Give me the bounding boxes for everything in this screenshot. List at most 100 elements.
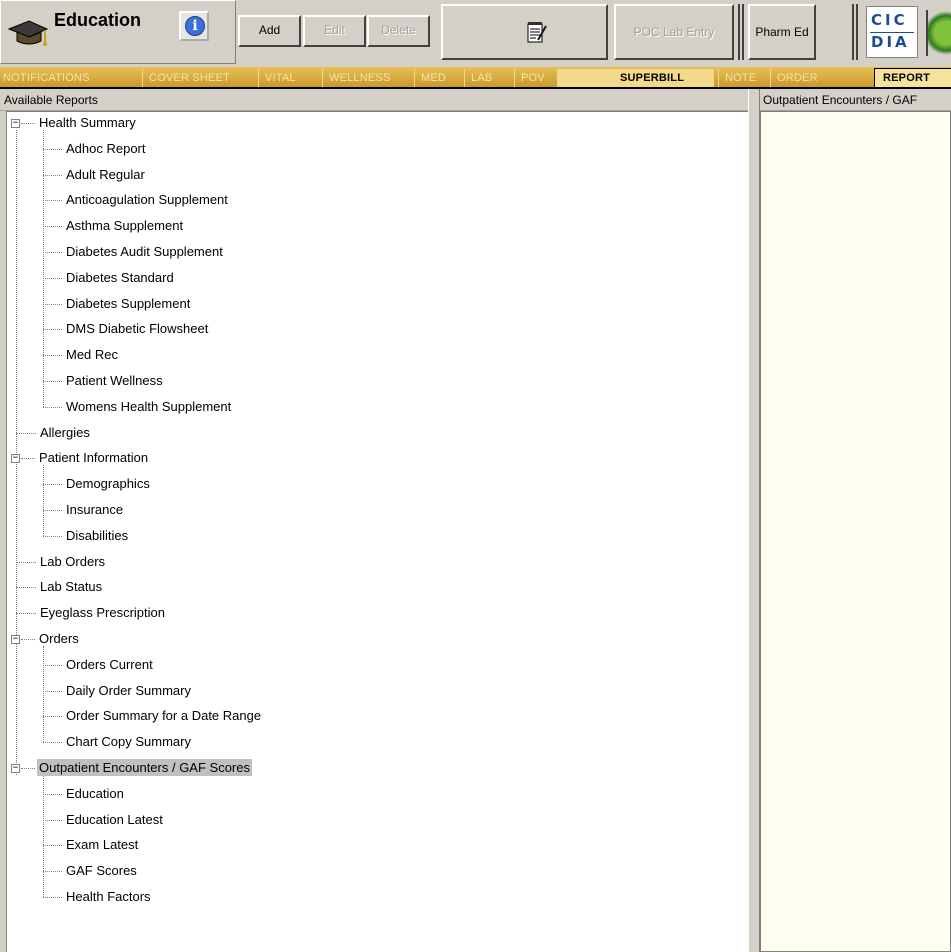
tree-item[interactable]: Exam Latest (64, 832, 140, 858)
dia-text: DIA (871, 33, 910, 51)
tree-item-label: Education Latest (66, 811, 163, 827)
tree-item[interactable]: Disabilities (64, 523, 130, 549)
tab-lab[interactable]: LAB (464, 69, 510, 87)
education-group: Education i (0, 0, 236, 64)
tree-item[interactable]: Health Summary (37, 110, 138, 136)
tree-item-label: Womens Health Supplement (66, 398, 232, 414)
tree-item[interactable]: Education (64, 781, 126, 807)
add-button[interactable]: Add (238, 15, 301, 47)
tab-vital[interactable]: VITAL (258, 69, 318, 87)
toolbar-separator-2 (852, 4, 858, 60)
green-globe-icon[interactable] (926, 10, 951, 56)
tab-order[interactable]: ORDER (770, 69, 830, 87)
tree-item[interactable]: Asthma Supplement (64, 213, 185, 239)
tree-item[interactable]: Womens Health Supplement (64, 394, 233, 420)
tree-item[interactable]: Daily Order Summary (64, 678, 193, 704)
tree-item-label: Patient Information (39, 450, 149, 466)
tree-item[interactable]: Allergies (38, 420, 92, 446)
report-title-header: Outpatient Encounters / GAF (760, 89, 951, 111)
tree-item[interactable]: Adult Regular (64, 162, 147, 188)
tree-item-label: Diabetes Audit Supplement (66, 244, 223, 259)
notes-button[interactable] (441, 4, 608, 60)
tree-item-label: Adhoc Report (66, 140, 146, 156)
collapse-icon[interactable]: − (11, 454, 20, 464)
tree-item-label: Diabetes Supplement (66, 295, 191, 311)
tree-item[interactable]: Order Summary for a Date Range (64, 703, 263, 729)
tree-item-label: Health Summary (39, 115, 136, 130)
tree-item[interactable]: Chart Copy Summary (64, 729, 193, 755)
tree-item[interactable]: Orders (37, 626, 81, 652)
tree-item[interactable]: Eyeglass Prescription (38, 600, 167, 626)
tree-item-label: Orders Current (66, 656, 153, 672)
tree-item[interactable]: Lab Orders (38, 549, 107, 575)
tree-item-label: Patient Wellness (66, 373, 163, 388)
cic-text: CIC (871, 11, 908, 29)
tree-item-label: Diabetes Standard (66, 269, 174, 285)
pharm-ed-button[interactable]: Pharm Ed (748, 4, 816, 60)
reports-tree[interactable]: Health Summary − Adhoc Report Adult Regular… (6, 111, 748, 952)
tree-item-label: Allergies (40, 424, 90, 440)
tree-item[interactable]: Diabetes Audit Supplement (64, 239, 225, 265)
toolbar-separator (738, 4, 744, 60)
tree-item-label: Order Summary for a Date Range (66, 708, 262, 724)
tree-item[interactable]: Diabetes Standard (64, 265, 176, 291)
tab-notifications[interactable]: NOTIFICATIONS (0, 69, 133, 87)
chart-tabs: NOTIFICATIONS COVER SHEET VITAL WELLNESS… (0, 67, 951, 89)
tree-item[interactable]: Med Rec (64, 342, 120, 368)
tree-item[interactable]: Health Factors (64, 884, 153, 910)
tree-item-label: Adult Regular (66, 166, 145, 182)
collapse-icon[interactable]: − (11, 119, 20, 128)
tree-item-label: Lab Status (40, 579, 103, 595)
tab-med[interactable]: MED (414, 69, 460, 87)
tree-item-label: Outpatient Encounters / GAF Scores (37, 759, 252, 776)
tree-item[interactable]: Orders Current (64, 652, 155, 678)
report-content-area[interactable] (760, 111, 951, 952)
tree-item[interactable]: DMS Diabetic Flowsheet (64, 316, 210, 342)
collapse-icon[interactable]: − (11, 635, 20, 644)
tree-item[interactable]: Patient Wellness (64, 368, 165, 394)
delete-button[interactable]: Delete (367, 15, 430, 47)
tree-item-label: Exam Latest (66, 837, 139, 853)
tree-item[interactable]: Outpatient Encounters / GAF Scores (37, 755, 252, 781)
info-button[interactable]: i (179, 11, 209, 41)
tree-item[interactable]: Education Latest (64, 807, 165, 833)
tree-item-label: Education (66, 785, 124, 801)
pharm-ed-label: Pharm Ed (755, 25, 809, 39)
tree-item[interactable]: Lab Status (38, 574, 104, 600)
tree-item-label: GAF Scores (66, 863, 137, 879)
panel-splitter[interactable] (748, 89, 760, 952)
info-icon: i (185, 16, 205, 36)
tree-item-label: Daily Order Summary (66, 682, 191, 698)
collapse-icon[interactable]: − (11, 764, 20, 773)
tree-item-label: Med Rec (66, 347, 119, 363)
tab-report[interactable]: REPORT (874, 68, 951, 87)
tree-item[interactable]: Insurance (64, 497, 125, 523)
tab-cover-sheet[interactable]: COVER SHEET (142, 69, 254, 87)
tree-item-label: Insurance (66, 502, 124, 517)
poc-lab-entry-button[interactable]: POC Lab Entry (614, 4, 734, 60)
poc-lab-entry-label: POC Lab Entry (633, 25, 715, 39)
tab-wellness[interactable]: WELLNESS (322, 69, 410, 87)
toolbar-title: Education (54, 10, 142, 30)
tree-item-label: Anticoagulation Supplement (66, 192, 228, 208)
tree-item[interactable]: GAF Scores (64, 858, 139, 884)
tab-superbill[interactable]: SUPERBILL (557, 69, 714, 87)
tab-note[interactable]: NOTE (718, 69, 766, 87)
notepad-icon (527, 22, 547, 43)
tree-item[interactable]: Demographics (64, 471, 152, 497)
available-reports-header: Available Reports (0, 89, 748, 111)
tree-item-label: Chart Copy Summary (66, 734, 191, 750)
tree-item-label: Health Factors (66, 889, 151, 904)
tree-item[interactable]: Patient Information (37, 445, 150, 471)
tab-pov[interactable]: POV (514, 69, 554, 87)
tree-item-label: Asthma Supplement (66, 218, 184, 234)
tree-item-label: Lab Orders (40, 553, 106, 569)
edit-button[interactable]: Edit (303, 15, 366, 47)
toolbar: Education i Add Edit Delete POC Lab Entr… (0, 0, 951, 68)
tree-item[interactable]: Diabetes Supplement (64, 291, 192, 317)
tree-item[interactable]: Anticoagulation Supplement (64, 187, 230, 213)
tree-item-label: Orders (39, 631, 79, 646)
cic-dia-logo[interactable]: CIC DIA (866, 6, 918, 58)
tree-item-label: Disabilities (66, 527, 129, 543)
tree-item[interactable]: Adhoc Report (64, 136, 148, 162)
